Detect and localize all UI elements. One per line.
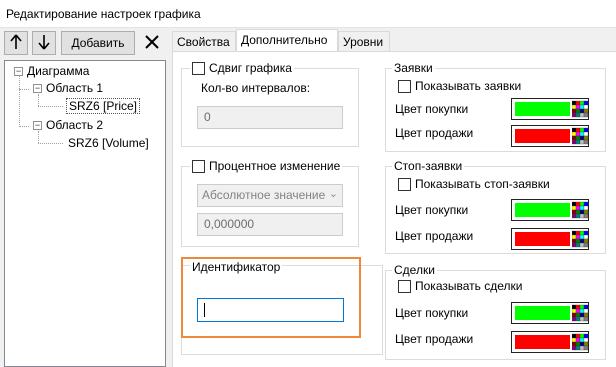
color-palette-icon[interactable] bbox=[572, 230, 588, 248]
trades-title: Сделки bbox=[394, 263, 435, 277]
stop-orders-sell-label: Цвет продажи bbox=[395, 229, 474, 243]
tree-item-label: Область 2 bbox=[46, 118, 104, 132]
identifier-input[interactable] bbox=[197, 298, 344, 322]
show-trades-label: Показывать сделки bbox=[415, 279, 523, 293]
checkbox-box[interactable] bbox=[398, 79, 411, 93]
orders-title: Заявки bbox=[394, 61, 433, 75]
show-stop-orders-checkbox[interactable]: Показывать стоп-заявки bbox=[398, 177, 550, 191]
expander-area-2[interactable]: − bbox=[33, 121, 42, 130]
intervals-label: Кол-во интервалов: bbox=[201, 81, 311, 95]
trades-sell-color-picker[interactable] bbox=[511, 331, 589, 353]
orders-sell-color-picker[interactable] bbox=[511, 125, 589, 147]
show-orders-checkbox[interactable]: Показывать заявки bbox=[398, 79, 521, 93]
tree-item-label: SRZ6 [Volume] bbox=[68, 136, 149, 150]
tree-item-srz6-price[interactable]: SRZ6 [Price] bbox=[66, 98, 141, 114]
expander-area-1[interactable]: − bbox=[33, 84, 42, 93]
text-caret bbox=[204, 303, 205, 317]
stop-orders-sell-color-picker[interactable] bbox=[511, 228, 589, 250]
trades-sell-label: Цвет продажи bbox=[395, 332, 474, 346]
color-palette-icon[interactable] bbox=[572, 333, 588, 351]
show-stop-orders-label: Показывать стоп-заявки bbox=[415, 177, 550, 191]
tree-item-label: SRZ6 [Price] bbox=[69, 99, 138, 113]
orders-buy-label: Цвет покупки bbox=[395, 102, 469, 116]
add-button-label: Добавить bbox=[71, 36, 125, 50]
percent-mode-select[interactable]: Абсолютное значение ⌄ bbox=[197, 184, 343, 207]
orders-sell-swatch bbox=[515, 129, 570, 143]
tree-item-srz6-volume[interactable]: SRZ6 [Volume] bbox=[68, 135, 149, 151]
color-palette-icon[interactable] bbox=[572, 304, 588, 322]
percent-value-field[interactable]: 0,000000 bbox=[197, 213, 343, 236]
trades-sell-swatch bbox=[515, 335, 570, 349]
add-button[interactable]: Добавить bbox=[61, 31, 135, 55]
move-up-button[interactable] bbox=[4, 31, 28, 55]
trades-buy-label: Цвет покупки bbox=[395, 306, 469, 320]
percent-mode-value: Абсолютное значение bbox=[202, 188, 326, 202]
tree-item-area-1[interactable]: Область 1 bbox=[46, 80, 103, 96]
arrow-up-icon bbox=[9, 33, 23, 53]
percent-checkbox-label: Процентное изменение bbox=[209, 159, 341, 173]
tab-properties[interactable]: Свойства bbox=[172, 31, 236, 52]
tree-item-area-2[interactable]: Область 2 bbox=[46, 117, 103, 133]
orders-buy-swatch bbox=[515, 102, 570, 116]
stop-orders-title: Стоп-заявки bbox=[394, 159, 463, 173]
tree-item-label: Диаграмма bbox=[27, 64, 90, 78]
stop-orders-buy-swatch bbox=[515, 203, 570, 217]
delete-button[interactable] bbox=[139, 31, 165, 55]
move-down-button[interactable] bbox=[32, 31, 56, 55]
stop-orders-buy-color-picker[interactable] bbox=[511, 199, 589, 221]
show-orders-label: Показывать заявки bbox=[415, 79, 522, 93]
show-trades-checkbox[interactable]: Показывать сделки bbox=[398, 279, 522, 293]
checkbox-box[interactable] bbox=[192, 61, 205, 75]
tree-item-label: Область 1 bbox=[46, 81, 104, 95]
tab-advanced[interactable]: Дополнительно bbox=[236, 29, 338, 52]
tab-label: Дополнительно bbox=[241, 33, 328, 47]
close-icon bbox=[145, 34, 159, 52]
shift-checkbox[interactable]: Сдвиг графика bbox=[190, 61, 294, 75]
color-palette-icon[interactable] bbox=[572, 201, 588, 219]
checkbox-box[interactable] bbox=[398, 279, 411, 293]
expander-root[interactable]: − bbox=[14, 67, 23, 76]
window-title: Редактирование настроек графика bbox=[6, 7, 201, 21]
identifier-title: Идентификатор bbox=[190, 260, 283, 274]
color-palette-icon[interactable] bbox=[572, 100, 588, 118]
tab-levels[interactable]: Уровни bbox=[338, 31, 390, 52]
stop-orders-sell-swatch bbox=[515, 232, 570, 246]
color-palette-icon[interactable] bbox=[572, 127, 588, 145]
shift-checkbox-label: Сдвиг графика bbox=[209, 61, 292, 75]
orders-sell-label: Цвет продажи bbox=[395, 126, 474, 140]
title-bar: Редактирование настроек графика bbox=[0, 0, 616, 28]
checkbox-box[interactable] bbox=[398, 177, 411, 191]
checkbox-box[interactable] bbox=[192, 159, 205, 173]
stop-orders-buy-label: Цвет покупки bbox=[395, 203, 469, 217]
chart-tree[interactable]: − Диаграмма − Область 1 SRZ6 [Price] − О… bbox=[4, 60, 166, 367]
tab-label: Свойства bbox=[177, 35, 230, 49]
trades-buy-color-picker[interactable] bbox=[511, 302, 589, 324]
orders-buy-color-picker[interactable] bbox=[511, 98, 589, 120]
arrow-down-icon bbox=[37, 34, 51, 53]
intervals-field[interactable]: 0 bbox=[197, 106, 343, 129]
chevron-down-icon: ⌄ bbox=[328, 188, 338, 200]
tree-item-diagram[interactable]: Диаграмма bbox=[27, 63, 89, 79]
trades-buy-swatch bbox=[515, 306, 570, 320]
percent-checkbox[interactable]: Процентное изменение bbox=[190, 159, 343, 173]
tab-label: Уровни bbox=[343, 35, 384, 49]
